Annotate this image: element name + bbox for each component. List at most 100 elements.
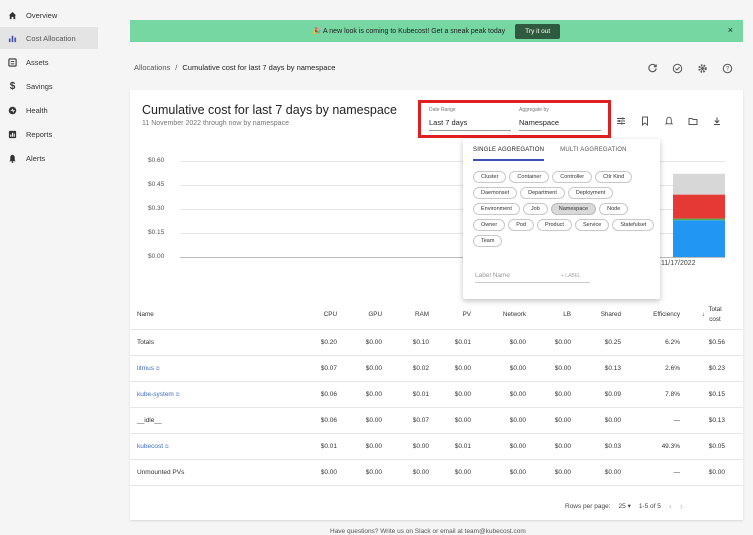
home-icon: [8, 11, 17, 20]
filter-settings-icon[interactable]: [616, 116, 626, 126]
aggregation-chip[interactable]: Namespace: [550, 203, 597, 215]
aggregation-chip[interactable]: Department: [520, 187, 565, 199]
sidebar-item-overview[interactable]: Overview: [0, 4, 98, 26]
column-header-efficiency[interactable]: Efficiency: [653, 300, 680, 330]
cell-lb: $0.00: [554, 339, 571, 346]
cell-efficiency: —: [673, 469, 681, 476]
table-row: __idle__ $0.06 $0.00 $0.07 $0.00 $0.00 $0.00 $0…: [130, 408, 743, 434]
bell-outline-icon[interactable]: [664, 116, 674, 126]
sidebar-item-savings[interactable]: $ Savings: [0, 75, 98, 97]
download-icon[interactable]: [712, 116, 722, 126]
bar-chart-icon: [8, 34, 17, 43]
close-icon[interactable]: ×: [728, 25, 733, 35]
cell-shared: $0.13: [604, 365, 621, 372]
row-name: Totals: [137, 330, 154, 356]
aggregation-chip[interactable]: Container: [509, 171, 550, 183]
try-it-out-button[interactable]: Try it out: [515, 23, 561, 39]
row-name-text: Totals: [137, 339, 154, 346]
report-icon: [8, 130, 17, 139]
date-range-control[interactable]: Date Range Last 7 days: [429, 107, 511, 131]
cell-ram: $0.02: [412, 365, 429, 372]
namespace-link[interactable]: kube-system ⧉: [137, 382, 179, 408]
sidebar-item-health[interactable]: Health: [0, 99, 98, 121]
aggregate-by-select[interactable]: Namespace: [519, 118, 601, 131]
cell-pv: $0.00: [454, 365, 471, 372]
aggregate-by-control[interactable]: Aggregate by Namespace: [519, 107, 601, 131]
breadcrumb-allocations[interactable]: Allocations: [134, 63, 170, 72]
column-header-lb[interactable]: LB: [563, 300, 571, 330]
rows-per-page-select[interactable]: 25 ▾: [619, 502, 631, 510]
aggregation-chip[interactable]: Pod: [508, 219, 534, 231]
column-header-total-cost[interactable]: Total cost: [705, 305, 725, 325]
aggregation-chip[interactable]: Cluster: [473, 171, 507, 183]
date-range-select[interactable]: Last 7 days: [429, 118, 511, 131]
external-link-icon[interactable]: ⧉: [165, 444, 169, 450]
help-icon[interactable]: ?: [722, 63, 733, 74]
add-label-button[interactable]: + LABEL: [561, 273, 581, 279]
column-header-cpu[interactable]: CPU: [324, 300, 337, 330]
column-header-shared[interactable]: Shared: [601, 300, 621, 330]
bar-segment[interactable]: [673, 220, 725, 257]
bell-icon: [8, 154, 17, 163]
aggregation-chip[interactable]: Daemonset: [473, 187, 518, 199]
aggregation-chips: Cluster Container Controller Ctlr Kind Daemo…: [473, 171, 658, 247]
report-toolbar: [616, 116, 722, 127]
cell-efficiency: 49.3%: [661, 443, 680, 450]
cell-lb: $0.00: [554, 365, 571, 372]
column-header-pv[interactable]: PV: [463, 300, 471, 330]
aggregation-chip[interactable]: Deployment: [567, 187, 614, 199]
check-circle-icon[interactable]: [672, 63, 683, 74]
external-link-icon[interactable]: ⧉: [156, 366, 160, 372]
cell-pv: $0.00: [454, 417, 471, 424]
date-range-label: Date Range: [429, 107, 456, 113]
table-row: Totals $0.20 $0.00 $0.10 $0.01 $0.00 $0.00 $0.2…: [130, 330, 743, 356]
cell-pv: $0.00: [454, 391, 471, 398]
sidebar-item-reports[interactable]: Reports: [0, 123, 98, 145]
next-page-button[interactable]: ›: [680, 501, 683, 511]
cell-lb: $0.00: [554, 417, 571, 424]
tab-multi-aggregation[interactable]: MULTI AGGREGATION: [560, 147, 627, 161]
y-tick-label: $0.30: [148, 205, 165, 212]
cell-total: $0.56: [708, 339, 725, 346]
sidebar-item-alerts[interactable]: Alerts: [0, 147, 98, 169]
previous-page-button[interactable]: ‹: [669, 501, 672, 511]
bar-segment[interactable]: [673, 194, 725, 219]
cell-shared: $0.25: [604, 339, 621, 346]
namespace-link[interactable]: litmus ⧉: [137, 356, 160, 382]
aggregation-chip[interactable]: Environment: [473, 203, 520, 215]
bar-segment[interactable]: [673, 173, 725, 195]
cell-efficiency: —: [673, 417, 681, 424]
aggregation-chip[interactable]: Owner: [473, 219, 506, 231]
row-name: __idle__: [137, 408, 162, 434]
column-header-ram[interactable]: RAM: [415, 300, 429, 330]
aggregation-chip[interactable]: Job: [522, 203, 548, 215]
aggregation-chip[interactable]: Team: [473, 235, 503, 247]
cell-ram: $0.00: [412, 443, 429, 450]
row-name-text: __idle__: [137, 417, 162, 424]
aggregation-chip[interactable]: Node: [599, 203, 629, 215]
bar-segment[interactable]: [673, 218, 725, 221]
row-name-text: kube-system: [137, 391, 174, 398]
row-name-text: kubecost: [137, 443, 164, 450]
gear-icon[interactable]: [697, 63, 708, 74]
namespace-link[interactable]: kubecost ⧉: [137, 434, 169, 460]
aggregation-chip[interactable]: Ctlr Kind: [595, 171, 633, 183]
tab-single-aggregation[interactable]: SINGLE AGGREGATION: [473, 147, 545, 161]
y-tick-label: $0.00: [148, 253, 165, 260]
aggregation-chip[interactable]: Statefulset: [612, 219, 655, 231]
column-header-name[interactable]: Name: [137, 300, 154, 330]
aggregation-chip[interactable]: Product: [537, 219, 572, 231]
external-link-icon[interactable]: ⧉: [176, 392, 180, 398]
bookmark-icon[interactable]: [640, 116, 650, 127]
column-header-gpu[interactable]: GPU: [368, 300, 382, 330]
folder-icon[interactable]: [688, 116, 698, 126]
refresh-icon[interactable]: [647, 63, 658, 74]
sidebar-item-assets[interactable]: Assets: [0, 51, 98, 73]
aggregation-chip[interactable]: Service: [574, 219, 610, 231]
column-header-network[interactable]: Network: [503, 300, 526, 330]
sidebar-item-cost-allocation[interactable]: Cost Allocation: [0, 27, 98, 49]
cell-pv: $0.00: [454, 469, 471, 476]
pagination: Rows per page: 25 ▾ 1-5 of 5 ‹ ›: [565, 501, 683, 511]
cell-gpu: $0.00: [365, 365, 382, 372]
aggregation-chip[interactable]: Controller: [552, 171, 593, 183]
